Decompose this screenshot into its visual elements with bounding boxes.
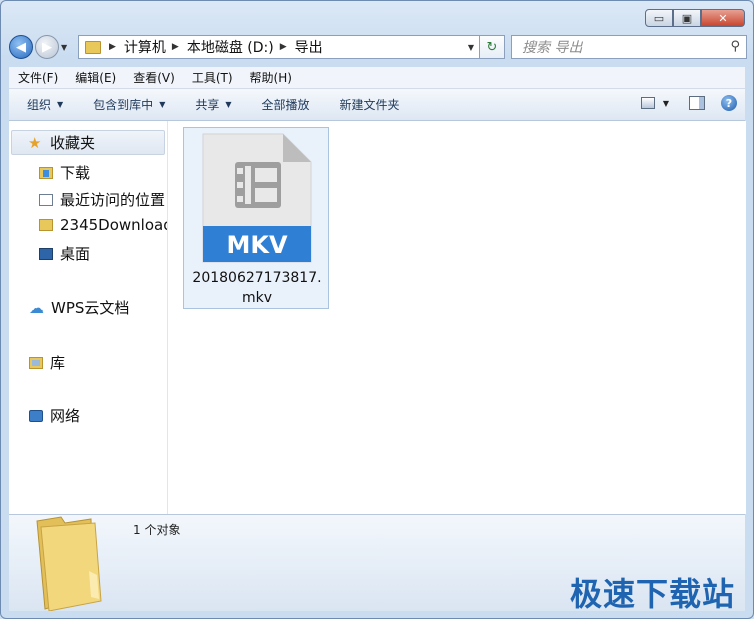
search-placeholder: 搜索 导出 [522,40,583,56]
explorer-window: ▭ ▣ ✕ ◀ ▶ ▼ ▶ 计算机 ▶ 本地磁盘 (D:) ▶ 导出 ▼ ↻ 搜… [0,0,754,619]
forward-button[interactable]: ▶ [35,35,59,59]
nav-2345downloads[interactable]: 2345Downloads [39,216,167,234]
library-icon [29,356,43,369]
nav-network[interactable]: 网络 [29,405,80,426]
chevron-down-icon: ▼ [225,100,232,109]
include-in-library-button[interactable]: 包含到库中 ▼ [93,96,165,113]
nav-wps-cloud-label: WPS云文档 [51,299,130,317]
breadcrumb-local-disk[interactable]: 本地磁盘 (D:) [187,37,274,57]
menu-file[interactable]: 文件(F) [9,69,66,86]
file-name: 20180627173817. mkv [184,268,330,308]
breadcrumb-separator-icon[interactable]: ▶ [280,42,287,52]
menu-bar: 文件(F) 编辑(E) 查看(V) 工具(T) 帮助(H) [9,67,745,89]
refresh-button[interactable]: ↻ [480,35,505,59]
share-label: 共享 [195,98,220,112]
change-view-icon[interactable] [640,97,655,109]
back-button[interactable]: ◀ [9,35,33,59]
include-library-label: 包含到库中 [93,98,154,112]
caption-buttons: ▭ ▣ ✕ [645,9,745,27]
details-pane: 1 个对象 极速下载站 [9,514,745,613]
play-all-button[interactable]: 全部播放 [262,96,310,113]
address-bar[interactable]: ▶ 计算机 ▶ 本地磁盘 (D:) ▶ 导出 ▼ [78,35,480,59]
nav-wps-cloud[interactable]: ☁ WPS云文档 [9,297,129,318]
search-input[interactable]: 搜索 导出 ⚲ [511,35,747,59]
preview-pane-icon[interactable] [689,96,705,110]
downloads-folder-icon [39,166,53,179]
share-button[interactable]: 共享 ▼ [195,96,231,113]
breadcrumb-computer[interactable]: 计算机 [124,37,166,57]
navigation-bar: ◀ ▶ ▼ ▶ 计算机 ▶ 本地磁盘 (D:) ▶ 导出 ▼ ↻ 搜索 导出 ⚲ [9,33,747,61]
chevron-down-icon: ▼ [57,100,64,109]
new-folder-button[interactable]: 新建文件夹 [340,96,400,113]
nav-libraries-label: 库 [50,354,66,372]
command-bar: 组织 ▼ 包含到库中 ▼ 共享 ▼ 全部播放 新建文件夹 ▼ ? [9,89,745,121]
menu-help[interactable]: 帮助(H) [241,69,300,86]
help-icon[interactable]: ? [721,95,737,111]
view-controls: ▼ ? [640,95,737,111]
item-count: 1 个对象 [133,523,181,537]
nav-recent-places[interactable]: 最近访问的位置 [39,189,165,210]
chevron-down-icon: ▼ [159,100,166,109]
file-list-area[interactable]: MKV 20180627173817. mkv [168,121,746,514]
network-icon [29,409,43,422]
folder-icon [39,219,53,231]
organize-button[interactable]: 组织 ▼ [27,96,63,113]
recent-places-icon [39,193,53,206]
view-options-dropdown-icon[interactable]: ▼ [663,99,669,108]
nav-downloads-label: 下载 [60,164,91,182]
file-name-line: mkv [241,290,273,306]
organize-label: 组织 [27,98,52,112]
file-type-badge: MKV [226,231,287,259]
nav-downloads[interactable]: 下载 [39,162,90,183]
nav-favorites[interactable]: ★ 收藏夹 [11,130,165,155]
recent-pages-dropdown[interactable]: ▼ [61,43,67,52]
search-icon[interactable]: ⚲ [730,39,740,54]
nav-favorites-label: 收藏夹 [50,134,96,152]
nav-desktop[interactable]: 桌面 [39,243,90,264]
nav-libraries[interactable]: 库 [29,352,65,373]
star-icon: ★ [28,133,42,152]
menu-edit[interactable]: 编辑(E) [66,69,124,86]
address-dropdown-icon[interactable]: ▼ [468,43,474,52]
file-item[interactable]: MKV 20180627173817. mkv [183,127,329,309]
file-name-line: 20180627173817. [192,270,322,286]
nav-recent-label: 最近访问的位置 [60,191,166,209]
cloud-icon: ☁ [29,298,44,317]
minimize-button[interactable]: ▭ [645,9,673,27]
maximize-button[interactable]: ▣ [673,9,701,27]
mkv-file-icon: MKV [202,133,312,263]
play-all-label: 全部播放 [261,98,310,112]
new-folder-label: 新建文件夹 [339,98,400,112]
nav-network-label: 网络 [50,407,81,425]
breadcrumb-separator-icon[interactable]: ▶ [109,42,116,52]
menu-view[interactable]: 查看(V) [124,69,183,86]
close-button[interactable]: ✕ [701,9,745,27]
desktop-icon [39,247,53,260]
navigation-pane: ★ 收藏夹 下载 最近访问的位置 2345Downloads 桌面 ☁ WPS云… [9,121,168,514]
watermark-text: 极速下载站 [569,575,735,613]
folder-icon [85,40,101,54]
nav-desktop-label: 桌面 [60,245,91,263]
folder-icon [36,516,102,611]
breadcrumb-separator-icon[interactable]: ▶ [172,42,179,52]
menu-tools[interactable]: 工具(T) [183,69,241,86]
breadcrumb-export[interactable]: 导出 [295,37,323,57]
nav-2345downloads-label: 2345Downloads [60,216,167,234]
